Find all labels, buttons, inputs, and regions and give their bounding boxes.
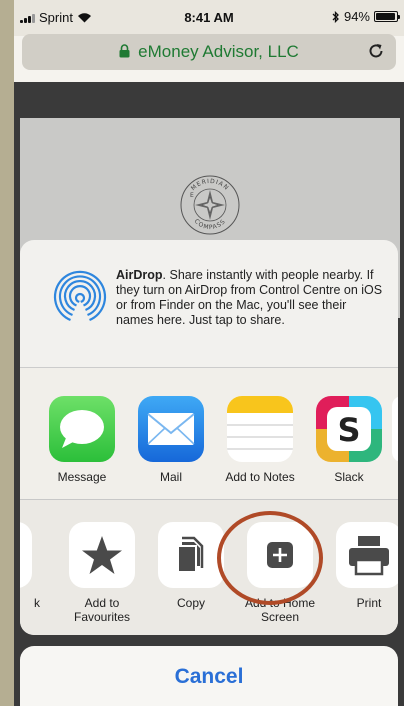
airdrop-icon xyxy=(53,270,107,324)
share-app-mail[interactable]: Mail xyxy=(127,396,215,484)
airdrop-section: AirDrop. Share instantly with people nea… xyxy=(20,240,398,368)
battery-icon xyxy=(374,11,400,22)
action-label: Add to Favourites xyxy=(73,596,131,624)
cancel-button[interactable]: Cancel xyxy=(20,646,398,706)
print-icon xyxy=(336,522,398,588)
lock-icon xyxy=(119,44,130,58)
status-right: 94% xyxy=(332,9,400,24)
notes-icon xyxy=(227,396,293,462)
phone-screen: Sprint 8:41 AM 94% eMoney Advisor, LLC M… xyxy=(14,0,404,706)
url-bar[interactable]: eMoney Advisor, LLC xyxy=(22,34,396,70)
reload-icon[interactable] xyxy=(366,41,386,61)
highlight-circle xyxy=(217,511,323,605)
action-label: Print xyxy=(356,596,382,610)
share-sheet: AirDrop. Share instantly with people nea… xyxy=(20,240,398,635)
star-icon xyxy=(69,522,135,588)
share-app-notes[interactable]: Add to Notes xyxy=(216,396,304,484)
copy-icon xyxy=(158,522,224,588)
svg-text:S: S xyxy=(337,411,360,449)
status-bar: Sprint 8:41 AM 94% xyxy=(14,0,404,36)
action-print[interactable]: Print xyxy=(324,522,398,610)
action-bookmark[interactable]: k xyxy=(20,522,44,610)
meridian-compass-logo: MERIDIAN COMPASS E xyxy=(180,175,240,235)
battery-percent: 94% xyxy=(343,9,370,24)
logo-e: E xyxy=(190,192,194,199)
bluetooth-icon xyxy=(332,10,339,23)
share-app-message[interactable]: Message xyxy=(38,396,126,484)
action-label: Copy xyxy=(176,596,205,610)
mail-icon xyxy=(138,396,204,462)
airdrop-description: AirDrop. Share instantly with people nea… xyxy=(116,268,386,328)
battery-level xyxy=(376,13,395,20)
share-app-label: Message xyxy=(57,470,107,484)
share-app-slack[interactable]: S Slack xyxy=(305,396,393,484)
site-name: eMoney Advisor, LLC xyxy=(138,42,299,61)
action-label: k xyxy=(34,596,40,610)
slack-icon: S xyxy=(316,396,382,462)
action-row: k Add to Favourites Copy Add to Home Scr… xyxy=(20,500,398,635)
share-app-label: Slack xyxy=(334,470,364,484)
share-app-label: Add to Notes xyxy=(225,470,295,484)
url-text-wrap: eMoney Advisor, LLC xyxy=(22,42,396,62)
action-add-favourites[interactable]: Add to Favourites xyxy=(57,522,147,624)
airdrop-title: AirDrop xyxy=(116,268,163,282)
next-app-edge[interactable] xyxy=(392,396,398,462)
app-share-row: Message Mail Add to Notes S Slack xyxy=(20,368,398,500)
share-app-label: Mail xyxy=(159,470,182,484)
bookmark-icon xyxy=(20,522,32,588)
message-icon xyxy=(49,396,115,462)
